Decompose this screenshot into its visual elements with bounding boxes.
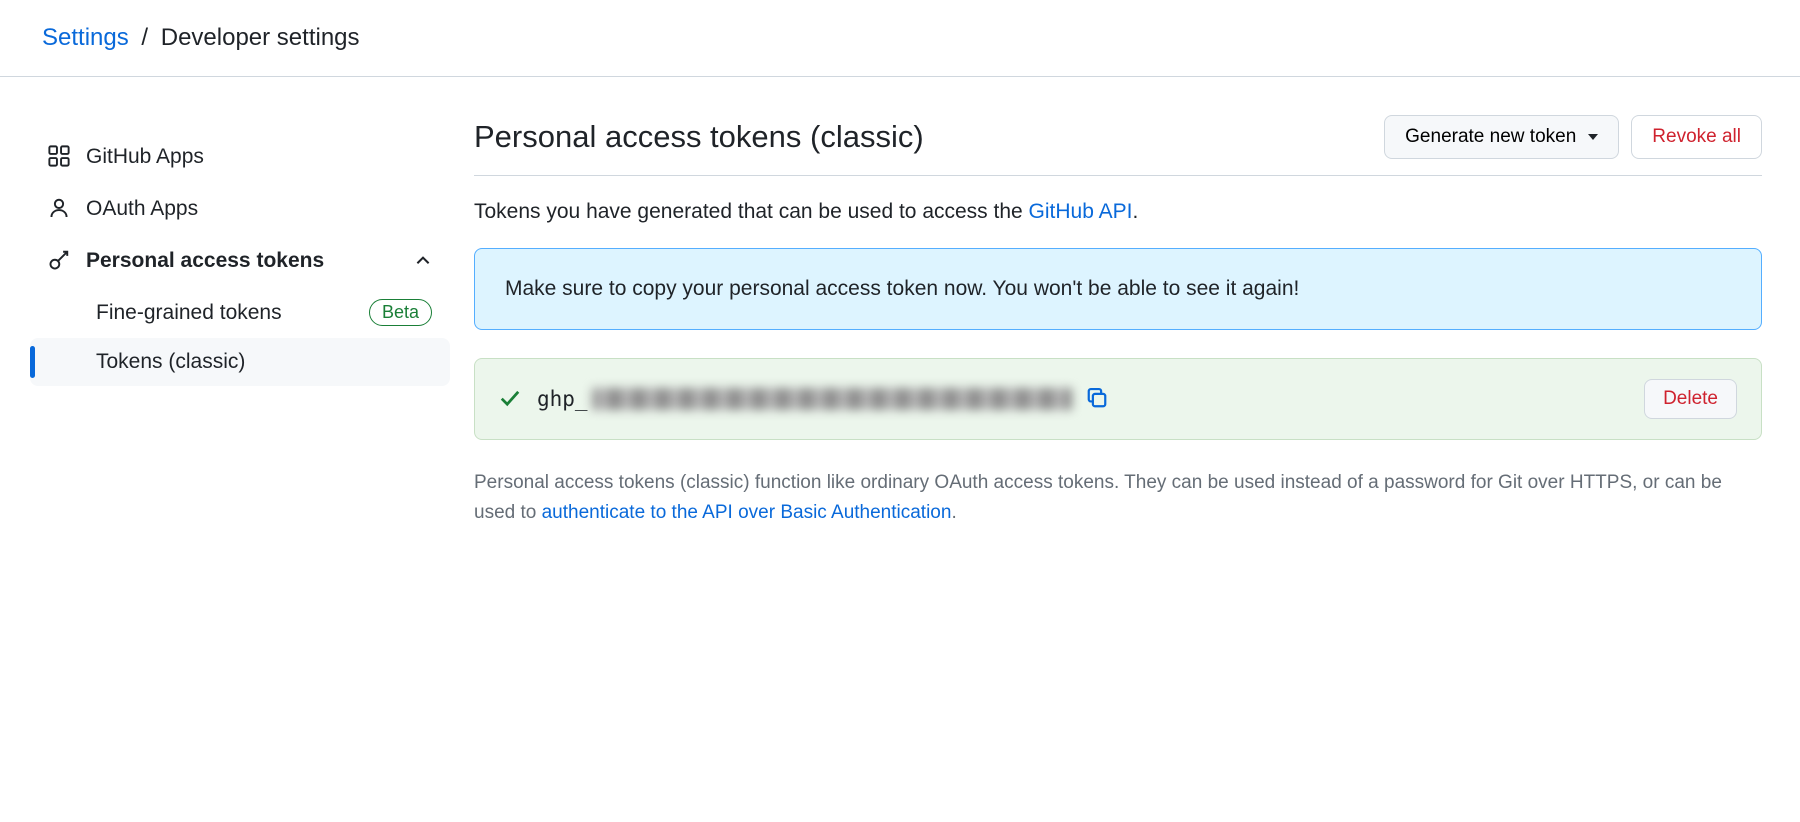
main-content: Personal access tokens (classic) Generat… xyxy=(474,107,1770,528)
button-label: Delete xyxy=(1663,388,1718,409)
sidebar-item-tokens-classic[interactable]: Tokens (classic) xyxy=(30,338,450,386)
apps-icon xyxy=(48,145,72,169)
token-value: ghp_ xyxy=(537,387,1072,411)
breadcrumb-settings-link[interactable]: Settings xyxy=(42,24,129,51)
caret-down-icon xyxy=(1588,134,1598,140)
tokens-footnote: Personal access tokens (classic) functio… xyxy=(474,468,1762,529)
token-obscured xyxy=(592,388,1072,410)
sidebar-item-github-apps[interactable]: GitHub Apps xyxy=(30,131,450,183)
sidebar: GitHub Apps OAuth Apps Personal access t… xyxy=(30,107,450,528)
check-icon xyxy=(499,387,523,411)
revoke-all-button[interactable]: Revoke all xyxy=(1631,115,1762,159)
breadcrumb-current: Developer settings xyxy=(161,24,360,51)
key-icon xyxy=(48,249,72,273)
breadcrumb: Settings / Developer settings xyxy=(0,0,1800,77)
sidebar-item-label: Tokens (classic) xyxy=(96,350,245,374)
sidebar-item-label: GitHub Apps xyxy=(86,145,204,169)
basic-auth-link[interactable]: authenticate to the API over Basic Authe… xyxy=(542,502,952,523)
beta-badge: Beta xyxy=(369,299,432,326)
generate-new-token-button[interactable]: Generate new token xyxy=(1384,115,1619,159)
breadcrumb-separator: / xyxy=(141,24,148,51)
tokens-description: Tokens you have generated that can be us… xyxy=(474,200,1762,224)
sidebar-item-personal-access-tokens[interactable]: Personal access tokens xyxy=(30,235,450,287)
sidebar-item-label: Fine-grained tokens xyxy=(96,301,282,325)
button-label: Generate new token xyxy=(1405,126,1576,148)
new-token-row: ghp_ Delete xyxy=(474,358,1762,440)
delete-token-button[interactable]: Delete xyxy=(1644,379,1737,419)
button-label: Revoke all xyxy=(1652,126,1741,148)
page-title: Personal access tokens (classic) xyxy=(474,119,1384,155)
sidebar-item-fine-grained-tokens[interactable]: Fine-grained tokens Beta xyxy=(30,287,450,338)
sidebar-item-label: OAuth Apps xyxy=(86,197,198,221)
copy-icon[interactable] xyxy=(1086,387,1110,411)
github-api-link[interactable]: GitHub API xyxy=(1029,200,1133,223)
copy-token-warning-flash: Make sure to copy your personal access t… xyxy=(474,248,1762,330)
sidebar-item-oauth-apps[interactable]: OAuth Apps xyxy=(30,183,450,235)
person-icon xyxy=(48,197,72,221)
sidebar-item-label: Personal access tokens xyxy=(86,249,324,273)
chevron-up-icon xyxy=(414,252,432,270)
